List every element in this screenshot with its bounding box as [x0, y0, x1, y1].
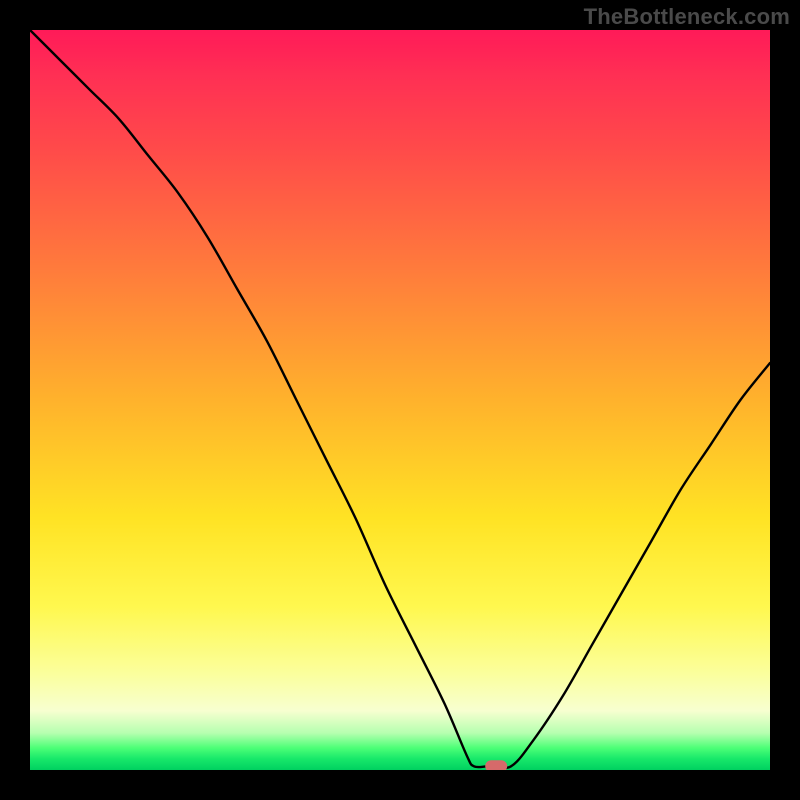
plot-svg: [30, 30, 770, 770]
optimal-point-marker: [485, 760, 507, 770]
watermark-text: TheBottleneck.com: [584, 4, 790, 30]
plot-area: [30, 30, 770, 770]
bottleneck-curve: [30, 30, 770, 768]
chart-frame: TheBottleneck.com: [0, 0, 800, 800]
